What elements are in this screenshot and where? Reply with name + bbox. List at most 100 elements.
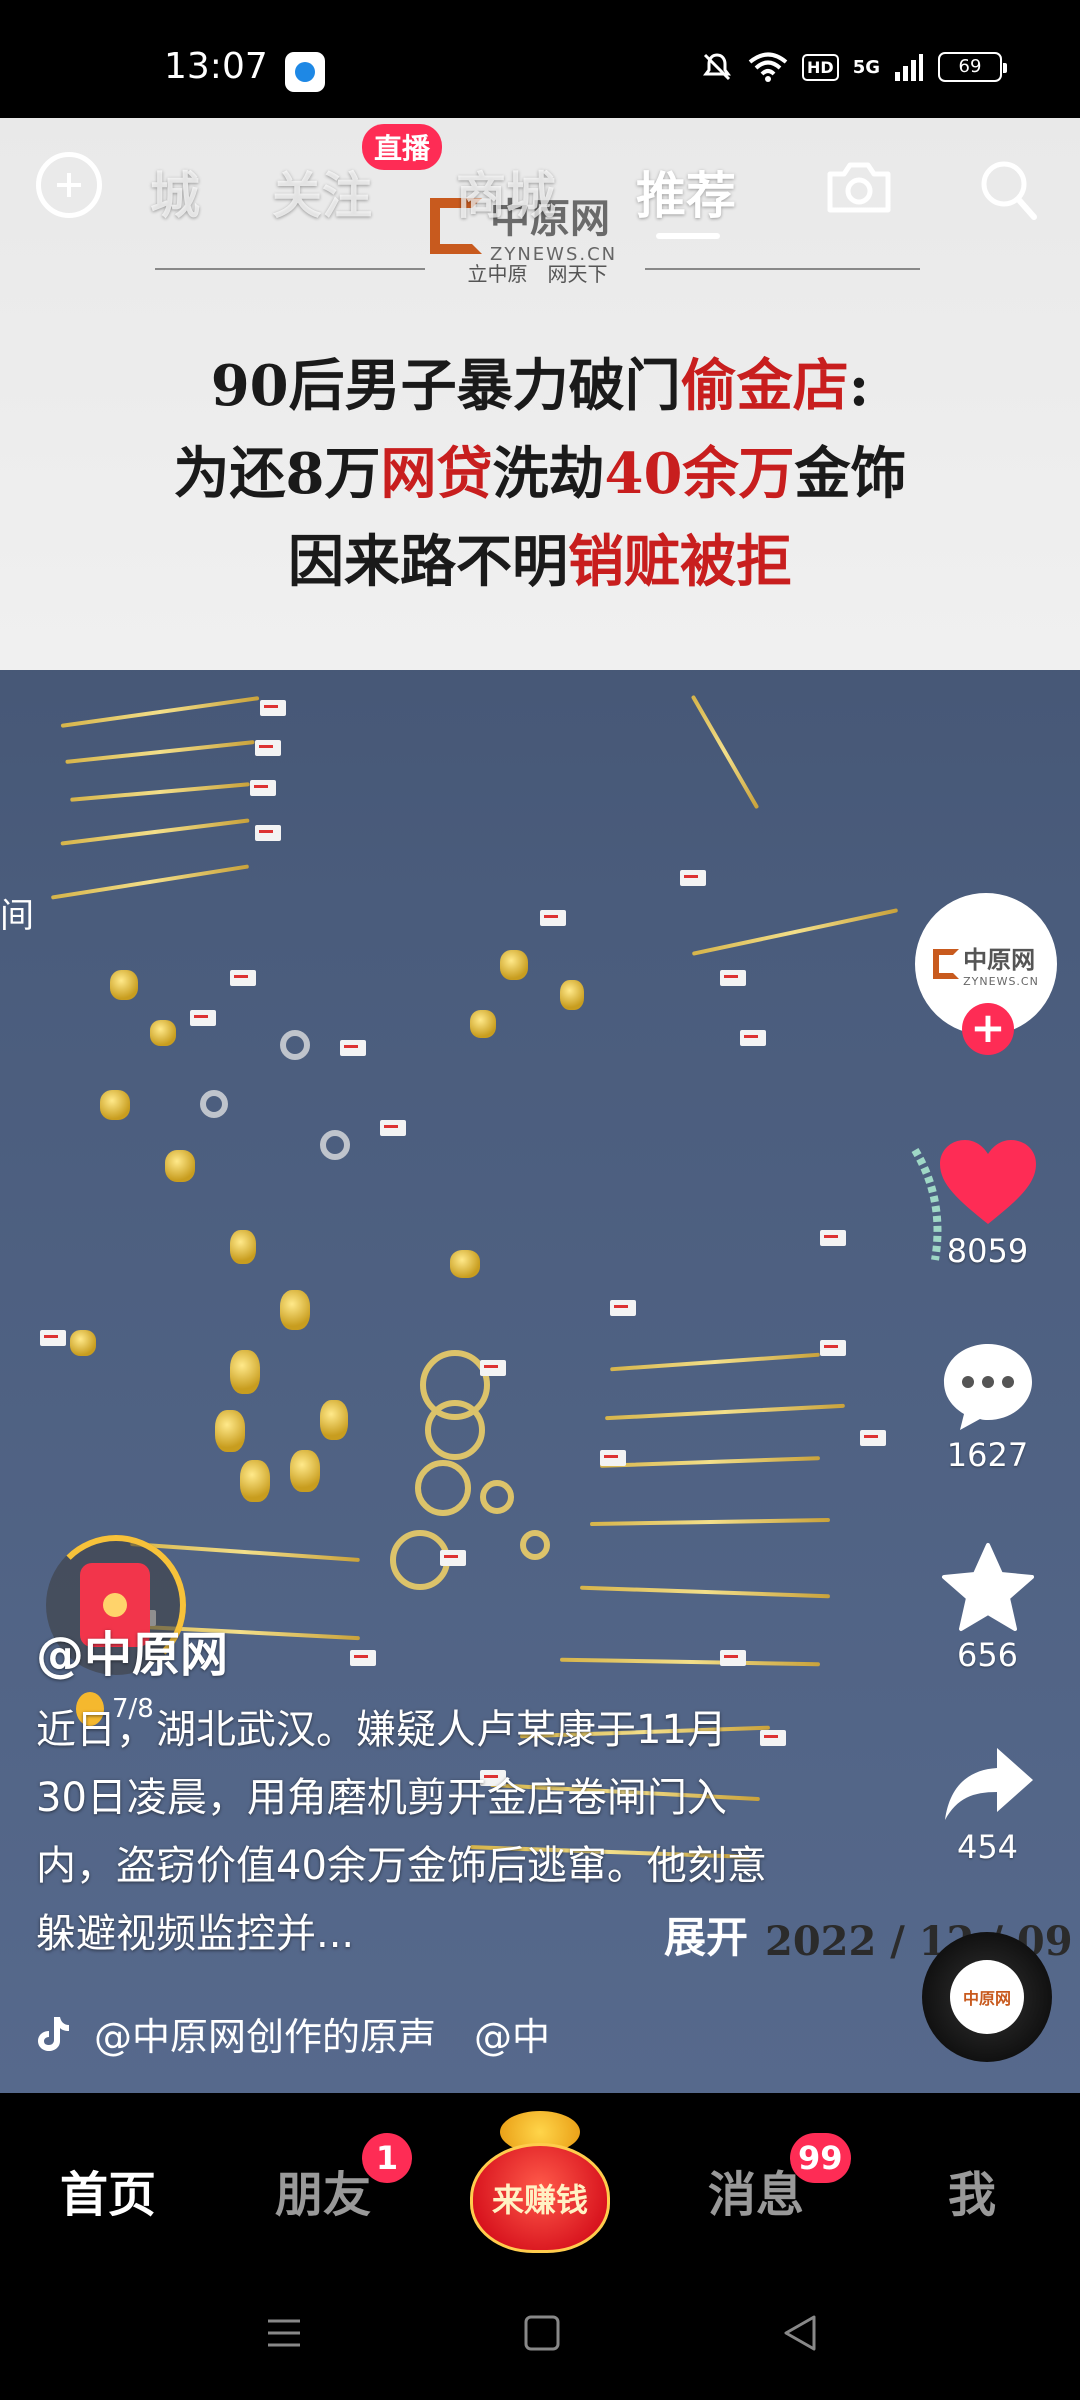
gold-charm [70, 1330, 96, 1356]
share-count: 454 [956, 1828, 1019, 1866]
source-slogan: 立中原 网天下 [467, 262, 608, 286]
silver-ring [280, 1030, 310, 1060]
bottom-tab-bar: 首页 朋友 1 来赚钱 消息 99 我 [0, 2093, 1080, 2273]
live-badge: 直播 [362, 124, 443, 170]
system-navigation-bar [0, 2273, 1080, 2400]
price-tag [380, 1120, 406, 1136]
gold-chain [580, 1585, 830, 1599]
network-label: 5G [852, 56, 880, 78]
price-tag [190, 1010, 216, 1026]
tab-friends[interactable]: 朋友 [275, 2155, 371, 2225]
back-triangle-icon[interactable] [780, 2313, 820, 2353]
gold-charm [280, 1290, 310, 1330]
tab-home[interactable]: 首页 [60, 2155, 156, 2225]
gold-chain [60, 696, 260, 728]
gold-ring [425, 1400, 485, 1460]
tab-messages[interactable]: 消息 [708, 2155, 804, 2225]
video-headline: 90后男子暴力破门偷金店: 为还8万网贷洗劫40余万金饰 因来路不明销赃被拒 [0, 342, 1080, 606]
like-button[interactable]: 8059 [925, 1138, 1050, 1270]
hd-indicator: HD [802, 53, 839, 81]
search-icon[interactable] [978, 158, 1038, 222]
plus-circle-icon[interactable] [36, 152, 102, 218]
gold-ring [480, 1480, 514, 1514]
gold-chain [691, 908, 899, 956]
gold-chain [589, 1517, 831, 1527]
avatar-logo-en: ZYNEWS.CN [963, 975, 1039, 988]
star-icon [941, 1543, 1034, 1631]
silver-ring [320, 1130, 350, 1160]
tab-me[interactable]: 我 [948, 2155, 996, 2225]
avatar-logo-name: 中原网 [963, 946, 1036, 974]
gold-ring [520, 1530, 550, 1560]
gold-chain [559, 1657, 821, 1667]
price-tag [820, 1230, 846, 1246]
earn-money-label: 来赚钱 [491, 2181, 588, 2219]
messages-badge: 99 [790, 2133, 851, 2183]
price-tag [250, 780, 276, 796]
gold-chain [60, 818, 250, 846]
price-tag [820, 1340, 846, 1356]
headline-line-1: 90后男子暴力破门偷金店: [210, 353, 870, 419]
favorite-button[interactable]: 656 [925, 1542, 1050, 1674]
gold-charm [290, 1450, 320, 1492]
tab-city[interactable]: 城 [150, 156, 200, 228]
gold-charm [320, 1400, 348, 1440]
gold-charm [165, 1150, 195, 1182]
price-tag [540, 910, 566, 926]
headline-line-2: 为还8万网贷洗劫40余万金饰 [173, 441, 907, 507]
gold-chain [610, 1352, 820, 1372]
price-tag [680, 870, 706, 886]
price-tag [255, 740, 281, 756]
active-tab-indicator [656, 233, 720, 239]
status-bar: 13:07 HD 5G 69 [0, 0, 1080, 118]
gold-charm [500, 950, 528, 980]
money-bag-icon: 来赚钱 [470, 2143, 610, 2253]
music-info[interactable]: @中原网创作的原声 @中 [36, 2006, 550, 2061]
author-name[interactable]: @中原网 [36, 1615, 228, 1685]
price-tag [480, 1360, 506, 1376]
comment-button[interactable]: 1627 [925, 1340, 1050, 1474]
avatar-logo-mark [933, 949, 960, 979]
tab-recommended[interactable]: 推荐 [636, 156, 736, 228]
price-tag [230, 970, 256, 986]
tab-following[interactable]: 关注 [272, 156, 372, 228]
music-title: @中原网创作的原声 @中 [94, 2015, 551, 2059]
gold-charm [560, 980, 584, 1010]
gold-ring [415, 1460, 471, 1516]
share-button[interactable]: 454 [925, 1744, 1050, 1866]
price-tag [350, 1650, 376, 1666]
video-edge-text: 间 [0, 896, 34, 936]
favorite-count: 656 [956, 1636, 1019, 1674]
friends-badge: 1 [362, 2133, 412, 2183]
follow-button[interactable]: + [962, 1003, 1014, 1055]
price-tag [40, 1330, 66, 1346]
music-disc-label: 中原网 [950, 1960, 1024, 2034]
gold-charm [240, 1460, 270, 1502]
tab-mall[interactable]: 商城 [456, 156, 556, 228]
gold-charm [100, 1090, 130, 1120]
gold-charm [470, 1010, 496, 1038]
share-arrow-icon [944, 1748, 1033, 1820]
earn-money-button[interactable]: 来赚钱 [462, 2107, 618, 2259]
gold-chain [70, 782, 250, 802]
gold-charm [215, 1410, 245, 1452]
price-tag [260, 700, 286, 716]
gold-chain [690, 694, 760, 810]
mute-icon [703, 53, 732, 81]
gold-chain [50, 864, 250, 900]
menu-icon[interactable] [264, 2313, 304, 2353]
price-tag [720, 1650, 746, 1666]
price-tag [610, 1300, 636, 1316]
silver-ring [200, 1090, 228, 1118]
top-navigation: 城 关注 直播 商城 推荐 [0, 118, 1080, 258]
gold-chain [599, 1456, 821, 1468]
price-tag [340, 1040, 366, 1056]
wifi-icon [748, 52, 788, 82]
comment-count: 1627 [946, 1436, 1029, 1474]
gold-charm [150, 1020, 176, 1046]
like-count: 8059 [946, 1232, 1029, 1270]
camera-icon[interactable] [824, 160, 894, 214]
music-disc[interactable]: 中原网 [922, 1932, 1052, 2062]
expand-caption-button[interactable]: 展开 [664, 1904, 748, 1965]
home-square-icon[interactable] [522, 2313, 562, 2353]
